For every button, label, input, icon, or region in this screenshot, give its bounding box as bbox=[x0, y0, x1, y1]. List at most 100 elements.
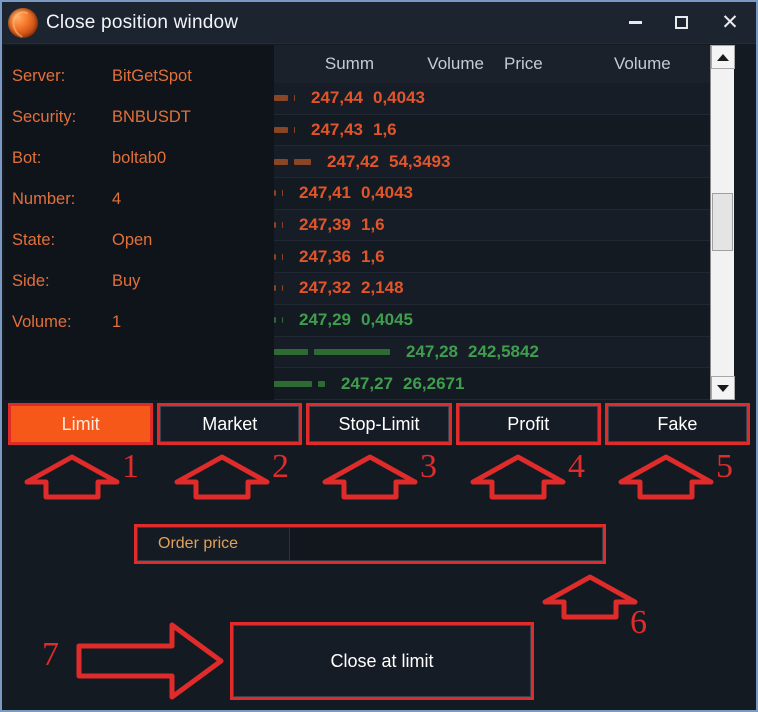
annotation-arrow-6 bbox=[542, 574, 638, 625]
order-price-input[interactable] bbox=[290, 528, 602, 560]
annotation-arrow-4 bbox=[470, 454, 566, 505]
tab-stop-limit[interactable]: Stop-Limit bbox=[309, 406, 449, 442]
info-row: Bot: boltab0 bbox=[12, 149, 274, 190]
info-label: Volume: bbox=[12, 313, 72, 331]
info-value: Open bbox=[112, 231, 153, 249]
tab-profit[interactable]: Profit bbox=[458, 406, 598, 442]
cell-volume: 242,5842 bbox=[468, 341, 539, 361]
scroll-down-icon[interactable] bbox=[711, 376, 735, 400]
info-value: BNBUSDT bbox=[112, 108, 191, 126]
scrollbar-thumb[interactable] bbox=[712, 193, 733, 251]
cell-summ-bar bbox=[274, 337, 314, 368]
annotation-number-1: 1 bbox=[122, 448, 139, 485]
annotation-number-7: 7 bbox=[42, 636, 59, 673]
cell-price: 247,29 bbox=[299, 310, 351, 330]
cell-volume-bar bbox=[294, 146, 317, 177]
cell-price: 247,39 bbox=[299, 215, 351, 235]
annotation-box-5: Fake bbox=[604, 403, 751, 445]
order-book-row[interactable]: 247,29 0,4045 bbox=[274, 304, 734, 337]
order-book-row[interactable]: 247,43 1,6 bbox=[274, 114, 734, 147]
annotation-number-2: 2 bbox=[272, 448, 289, 485]
cell-price: 247,28 bbox=[406, 341, 458, 361]
cell-volume-bar bbox=[294, 115, 301, 146]
cell-price: 247,43 bbox=[311, 120, 363, 140]
cell-volume: 26,2671 bbox=[403, 373, 465, 393]
order-book-scrollbar[interactable] bbox=[710, 45, 735, 400]
cell-summ-bar bbox=[274, 273, 282, 304]
annotation-box-3: Stop-Limit bbox=[306, 403, 452, 445]
tab-limit[interactable]: Limit bbox=[11, 406, 151, 442]
info-row: Security: BNBUSDT bbox=[12, 108, 274, 149]
info-row: Side: Buy bbox=[12, 272, 274, 313]
arrow-up-icon bbox=[542, 574, 638, 620]
info-row: Volume: 1 bbox=[12, 313, 274, 354]
cell-volume-bar bbox=[282, 210, 289, 241]
app-sphere-icon bbox=[8, 7, 38, 38]
cell-price: 247,44 bbox=[311, 88, 363, 108]
close-at-limit-button[interactable]: Close at limit bbox=[233, 625, 531, 697]
info-label: Server: bbox=[12, 67, 66, 85]
minimize-icon[interactable] bbox=[612, 2, 658, 43]
order-book-row[interactable]: 247,41 0,4043 bbox=[274, 178, 734, 210]
arrow-up-icon bbox=[322, 454, 418, 500]
scroll-up-icon[interactable] bbox=[711, 45, 735, 69]
order-book-row[interactable]: 247,42 54,3493 bbox=[274, 146, 734, 179]
cell-summ-bar bbox=[274, 241, 282, 272]
cell-price: 247,36 bbox=[299, 246, 351, 266]
info-value: BitGetSpot bbox=[112, 67, 192, 85]
tab-market[interactable]: Market bbox=[160, 406, 300, 442]
order-book-row[interactable]: 247,36 1,6 bbox=[274, 241, 734, 274]
annotation-box-4: Profit bbox=[455, 403, 601, 445]
window-controls: ✕ bbox=[612, 2, 756, 43]
order-book-row[interactable]: 247,44 0,4043 bbox=[274, 83, 734, 115]
annotation-arrow-1 bbox=[24, 454, 120, 505]
info-value: 4 bbox=[112, 190, 122, 208]
arrow-up-icon bbox=[470, 454, 566, 500]
column-header-price: Price bbox=[504, 54, 543, 73]
annotation-number-3: 3 bbox=[420, 448, 437, 485]
column-header-volume-l: Volume bbox=[427, 54, 484, 73]
cell-price: 247,32 bbox=[299, 278, 351, 298]
cell-volume-bar bbox=[318, 368, 331, 399]
arrow-right-icon bbox=[76, 622, 224, 700]
cell-volume: 0,4043 bbox=[373, 88, 425, 108]
cell-volume: 1,6 bbox=[361, 246, 385, 266]
annotation-arrow-3 bbox=[322, 454, 418, 505]
info-label: Number: bbox=[12, 190, 76, 208]
cell-summ-bar bbox=[274, 305, 282, 336]
info-label: Security: bbox=[12, 108, 77, 126]
order-type-tabs: Limit Market Stop-Limit Profit Fake bbox=[2, 402, 756, 446]
annotation-arrow-2 bbox=[174, 454, 270, 505]
annotation-box-7: Close at limit bbox=[230, 622, 534, 700]
annotation-arrow-7 bbox=[76, 620, 224, 707]
order-price-field[interactable]: Order price bbox=[137, 527, 603, 561]
tab-fake[interactable]: Fake bbox=[607, 406, 748, 442]
cell-summ-bar bbox=[274, 146, 294, 177]
order-book-row[interactable]: 247,32 2,148 bbox=[274, 273, 734, 305]
arrow-up-icon bbox=[174, 454, 270, 500]
cell-volume: 0,4045 bbox=[361, 310, 413, 330]
info-value: Buy bbox=[112, 272, 141, 290]
cell-volume-bar bbox=[282, 273, 289, 304]
order-book-row[interactable]: 247,28 242,5842 bbox=[274, 336, 734, 369]
order-book: Summ Volume Price Volume 247,44 0,4043 247… bbox=[274, 45, 735, 400]
close-icon[interactable]: ✕ bbox=[704, 2, 756, 43]
info-label: State: bbox=[12, 231, 56, 249]
cell-volume-bar bbox=[282, 241, 289, 272]
cell-summ-bar bbox=[274, 178, 282, 209]
close-position-window: Close position window ✕ Server: BitGetSpo… bbox=[0, 0, 758, 712]
order-book-row[interactable]: 247,27 26,2671 bbox=[274, 368, 734, 400]
cell-volume-bar bbox=[294, 83, 301, 114]
titlebar: Close position window ✕ bbox=[2, 2, 756, 44]
info-value: 1 bbox=[112, 313, 122, 331]
cell-summ-bar bbox=[274, 210, 282, 241]
info-value: boltab0 bbox=[112, 149, 167, 167]
cell-price: 247,41 bbox=[299, 183, 351, 203]
maximize-icon[interactable] bbox=[658, 2, 704, 43]
cell-summ-bar bbox=[274, 368, 318, 399]
annotation-number-5: 5 bbox=[716, 448, 733, 485]
order-book-row[interactable]: 247,39 1,6 bbox=[274, 209, 734, 242]
info-label: Bot: bbox=[12, 149, 42, 167]
annotation-number-6: 6 bbox=[630, 604, 647, 641]
cell-volume: 0,4043 bbox=[361, 183, 413, 203]
